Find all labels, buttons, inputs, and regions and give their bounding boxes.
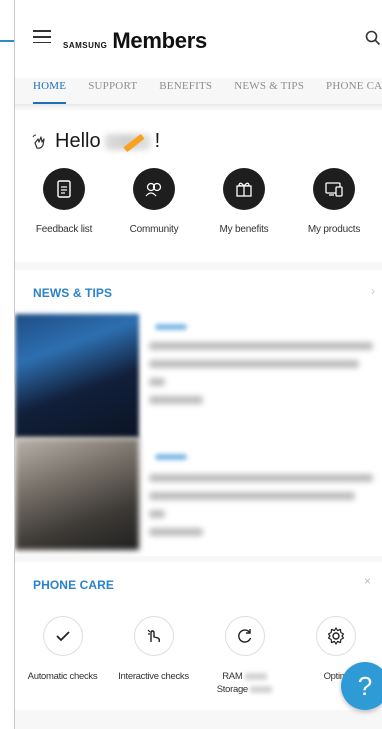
phone-care-ram-storage[interactable]: RAM Storage bbox=[200, 616, 290, 696]
app-bar: SAMSUNG Members bbox=[15, 0, 382, 78]
news-tips-card: NEWS & TIPS › bbox=[15, 270, 382, 556]
ram-label: RAM bbox=[222, 671, 243, 682]
storage-label: Storage bbox=[216, 684, 248, 695]
help-fab-button[interactable]: ? bbox=[341, 662, 382, 710]
phone-care-section-title[interactable]: PHONE CARE bbox=[33, 578, 114, 592]
chevron-right-icon[interactable]: › bbox=[371, 284, 375, 298]
brand-small-text: SAMSUNG bbox=[63, 41, 108, 50]
touch-icon bbox=[133, 616, 174, 656]
document-icon bbox=[43, 168, 85, 210]
tab-divider bbox=[15, 104, 382, 108]
tab-phone-care[interactable]: PHONE CARE bbox=[326, 76, 382, 104]
tab-home[interactable]: HOME bbox=[33, 76, 67, 104]
brand-large-text: Members bbox=[112, 28, 207, 53]
app-screen: SAMSUNG Members HOME SUPPORT BENEFITS NE… bbox=[14, 0, 382, 729]
gift-icon bbox=[223, 168, 265, 210]
phone-care-card: PHONE CARE × Automatic checks Interactiv… bbox=[15, 562, 382, 710]
blurred-storage-value bbox=[250, 685, 273, 693]
phone-care-actions: Automatic checks Interactive checks RAM … bbox=[15, 616, 382, 696]
gear-icon bbox=[315, 616, 356, 656]
phone-care-automatic-checks[interactable]: Automatic checks bbox=[18, 616, 108, 696]
devices-icon bbox=[313, 168, 355, 210]
quick-action-label: Community bbox=[129, 224, 179, 235]
hello-card: Hello ! Feedback list Community My benef… bbox=[15, 110, 382, 262]
quick-action-feedback-list[interactable]: Feedback list bbox=[23, 168, 105, 235]
app-logo: SAMSUNG Members bbox=[63, 28, 207, 54]
quick-action-my-products[interactable]: My products bbox=[293, 168, 375, 235]
checkmark-icon bbox=[42, 616, 83, 656]
greeting-punctuation: ! bbox=[154, 130, 161, 152]
phone-care-label: RAM Storage bbox=[200, 670, 290, 696]
search-icon[interactable] bbox=[365, 30, 381, 46]
phone-care-label: Automatic checks bbox=[27, 671, 98, 682]
quick-action-my-benefits[interactable]: My benefits bbox=[203, 168, 285, 235]
quick-action-community[interactable]: Community bbox=[113, 168, 195, 235]
hamburger-menu-icon[interactable] bbox=[33, 30, 51, 44]
tab-bar: HOME SUPPORT BENEFITS NEWS & TIPS PHONE … bbox=[15, 76, 382, 104]
quick-action-label: Feedback list bbox=[35, 224, 93, 235]
close-icon[interactable]: × bbox=[364, 574, 371, 588]
quick-actions: Feedback list Community My benefits My p… bbox=[15, 168, 382, 235]
phone-care-label: Interactive checks bbox=[118, 671, 189, 682]
blurred-ram-value bbox=[244, 672, 267, 680]
quick-action-label: My benefits bbox=[219, 224, 269, 235]
news-thumbnail-1[interactable] bbox=[15, 314, 139, 438]
community-icon bbox=[133, 168, 175, 210]
news-section-title[interactable]: NEWS & TIPS bbox=[33, 286, 112, 300]
tab-benefits[interactable]: BENEFITS bbox=[159, 76, 212, 104]
news-thumbnail-2[interactable] bbox=[15, 438, 139, 550]
tab-support[interactable]: SUPPORT bbox=[88, 76, 137, 104]
quick-action-label: My products bbox=[307, 224, 361, 235]
greeting-text: Hello bbox=[55, 130, 101, 152]
phone-care-interactive-checks[interactable]: Interactive checks bbox=[109, 616, 199, 696]
tab-news-tips[interactable]: NEWS & TIPS bbox=[234, 76, 304, 104]
refresh-icon bbox=[224, 616, 265, 656]
waving-hand-icon bbox=[32, 134, 45, 149]
